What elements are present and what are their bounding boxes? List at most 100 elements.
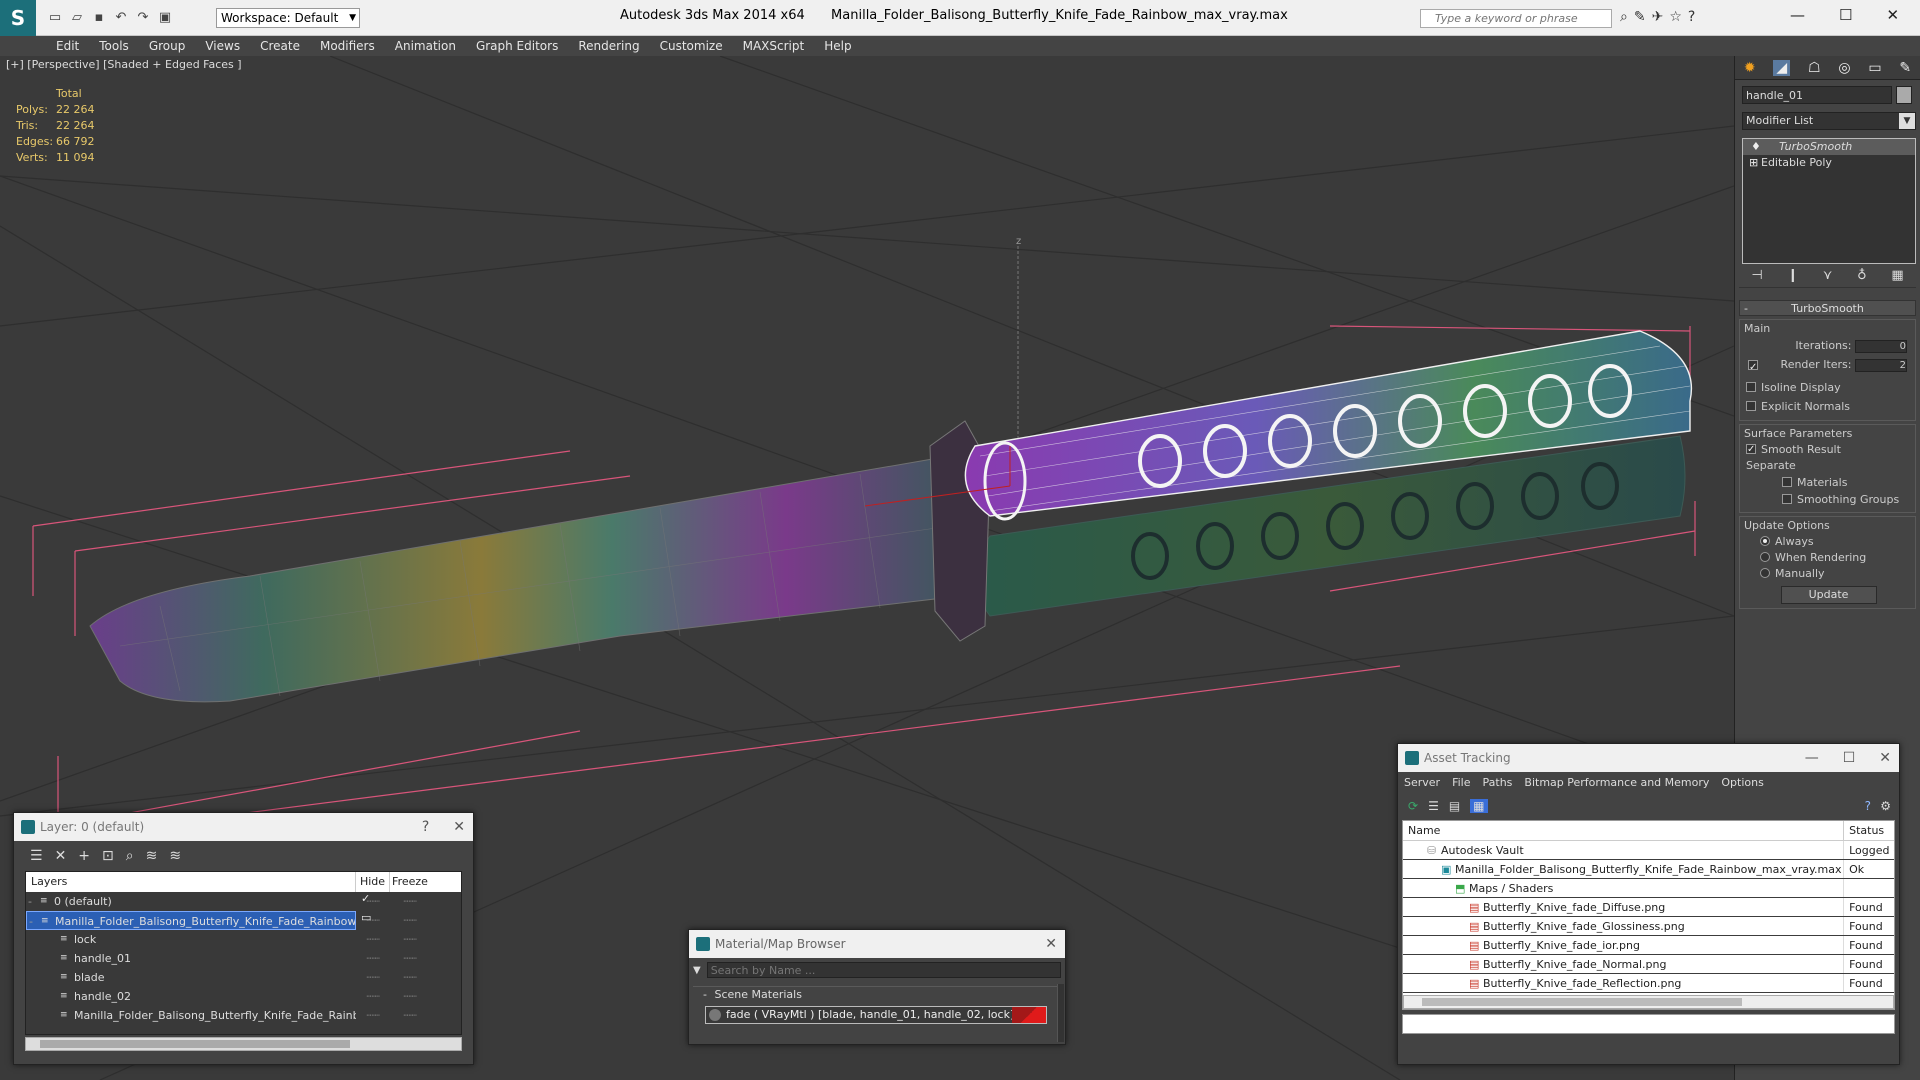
freeze-toggle[interactable]: ┈┈ — [390, 987, 430, 1006]
modify-tab-icon[interactable]: ◢ — [1773, 59, 1791, 76]
menu-item-graph-editors[interactable]: Graph Editors — [466, 36, 568, 56]
help-icon[interactable]: ? — [1688, 9, 1695, 25]
maximize-icon[interactable]: ☐ — [1843, 750, 1856, 766]
menu-item-rendering[interactable]: Rendering — [568, 36, 649, 56]
layer-row[interactable]: ≡ blade ┈┈ ┈┈ — [26, 968, 461, 987]
active-layer-check-icon[interactable]: ✓ — [361, 892, 370, 905]
asset-row[interactable]: ▤ Butterfly_Knive_fade_Diffuse.png Found — [1403, 898, 1894, 917]
freeze-toggle[interactable]: ┈┈ — [390, 968, 430, 987]
layer-window-title-bar[interactable]: Layer: 0 (default) ? ✕ — [14, 813, 473, 841]
asset-menu-options[interactable]: Options — [1721, 772, 1763, 794]
always-radio[interactable] — [1760, 536, 1770, 546]
render-iters-checkbox[interactable] — [1748, 358, 1758, 374]
table-view-icon[interactable]: ▦ — [1470, 799, 1488, 813]
material-vertical-scrollbar[interactable] — [1057, 984, 1064, 1042]
minimize-icon[interactable]: — — [1805, 750, 1819, 766]
menu-item-views[interactable]: Views — [195, 36, 250, 56]
turbosmooth-rollout-header[interactable]: - TurboSmooth — [1739, 300, 1916, 316]
app-logo[interactable]: S — [0, 0, 36, 36]
smooth-result-checkbox[interactable] — [1746, 442, 1756, 458]
subscription-icon[interactable]: ✎ — [1634, 9, 1646, 25]
layer-row[interactable]: - ≡ 0 (default) ┈┈ ┈┈ — [26, 892, 461, 911]
menu-item-animation[interactable]: Animation — [385, 36, 466, 56]
stack-item-editable-poly[interactable]: ⊞ Editable Poly — [1743, 155, 1915, 171]
asset-menu-file[interactable]: File — [1452, 772, 1470, 794]
binoculars-icon[interactable]: ⌕ — [1620, 9, 1628, 25]
layer-row[interactable]: ≡ handle_01 ┈┈ ┈┈ — [26, 949, 461, 968]
asset-menu-bitmap-performance-and-memory[interactable]: Bitmap Performance and Memory — [1524, 772, 1709, 794]
menu-item-maxscript[interactable]: MAXScript — [733, 36, 815, 56]
name-column-header[interactable]: Name — [1403, 821, 1845, 840]
refresh-icon[interactable]: ⟳ — [1408, 799, 1418, 813]
project-folder-icon[interactable]: ▣ — [156, 9, 174, 27]
hierarchy-tab-icon[interactable]: ☖ — [1808, 60, 1821, 76]
freeze-toggle[interactable]: ┈┈ — [390, 1006, 430, 1025]
asset-row[interactable]: ▤ Butterfly_Knive_fade_Reflection.png Foun… — [1403, 974, 1894, 993]
close-icon[interactable]: ✕ — [1045, 936, 1057, 952]
asset-row[interactable]: ⬒ Maps / Shaders — [1403, 879, 1894, 898]
hide-toggle[interactable]: ┈┈ — [356, 968, 390, 987]
asset-horizontal-scrollbar[interactable] — [1403, 995, 1894, 1009]
search-input[interactable] — [1421, 10, 1611, 27]
remove-modifier-icon[interactable]: ♁ — [1857, 268, 1867, 283]
close-icon[interactable]: ✕ — [453, 819, 465, 835]
minimize-icon[interactable]: — — [1790, 6, 1805, 24]
asset-row[interactable]: ▤ Butterfly_Knive_fade_ior.png Found — [1403, 936, 1894, 955]
status-column-header[interactable]: Status — [1844, 821, 1894, 840]
viewport-label[interactable]: [+] [Perspective] [Shaded + Edged Faces … — [6, 58, 242, 71]
menu-item-create[interactable]: Create — [250, 36, 310, 56]
help-icon[interactable]: ? — [422, 819, 429, 835]
asset-row[interactable]: ▤ Butterfly_Knive_fade_Glossiness.png Foun… — [1403, 917, 1894, 936]
select-in-layer-icon[interactable]: ⊡ — [102, 848, 114, 864]
delete-layer-icon[interactable]: ✕ — [55, 848, 67, 864]
open-file-icon[interactable]: ▱ — [68, 9, 86, 27]
utilities-tab-icon[interactable]: ✎ — [1899, 60, 1911, 76]
hide-toggle[interactable]: ┈┈ — [356, 930, 390, 949]
layer-row[interactable]: ≡ handle_02 ┈┈ ┈┈ — [26, 987, 461, 1006]
asset-row[interactable]: ▣ Manilla_Folder_Balisong_Butterfly_Knife… — [1403, 860, 1894, 879]
hide-toggle[interactable]: ┈┈ — [356, 949, 390, 968]
asset-menu-server[interactable]: Server — [1404, 772, 1440, 794]
new-layer-icon[interactable]: ☰ — [30, 848, 43, 864]
settings-icon[interactable]: ⚙ — [1880, 799, 1891, 813]
render-iters-spinner[interactable]: 2 — [1855, 358, 1907, 372]
menu-item-edit[interactable]: Edit — [46, 36, 89, 56]
menu-item-tools[interactable]: Tools — [89, 36, 139, 56]
set-current-icon[interactable]: ▭ — [361, 911, 371, 924]
expand-icon[interactable]: - — [28, 892, 32, 911]
freeze-toggle[interactable]: ┈┈ — [390, 911, 430, 930]
expand-icon[interactable]: ⊞ — [1749, 155, 1758, 171]
add-to-layer-icon[interactable]: + — [78, 848, 90, 864]
new-file-icon[interactable]: ▭ — [46, 9, 64, 27]
freeze-toggle[interactable]: ┈┈ — [390, 949, 430, 968]
asset-path-field[interactable] — [1402, 1014, 1895, 1034]
make-unique-icon[interactable]: ⋎ — [1823, 268, 1833, 283]
tree-view-icon[interactable]: ▤ — [1449, 799, 1460, 813]
layer-horizontal-scrollbar[interactable] — [25, 1037, 462, 1051]
hide-column-header[interactable]: Hide — [356, 872, 390, 892]
object-name-field[interactable] — [1742, 86, 1892, 104]
create-tab-icon[interactable]: ✹ — [1744, 60, 1756, 76]
material-item[interactable]: fade ( VRayMtl ) [blade, handle_01, hand… — [705, 1006, 1047, 1024]
close-icon[interactable]: ✕ — [1879, 750, 1891, 766]
close-icon[interactable]: ✕ — [1886, 6, 1899, 24]
search-box[interactable] — [1420, 9, 1612, 28]
hide-toggle[interactable]: ┈┈ — [356, 987, 390, 1006]
configure-sets-icon[interactable]: ▦ — [1891, 268, 1903, 283]
materials-checkbox[interactable] — [1782, 477, 1792, 487]
help-icon[interactable]: ? — [1865, 799, 1871, 813]
asset-row[interactable]: ▤ Butterfly_Knive_fade_Normal.png Found — [1403, 955, 1894, 974]
layer-row[interactable]: ≡ lock ┈┈ ┈┈ — [26, 930, 461, 949]
asset-tracking-title-bar[interactable]: Asset Tracking — ☐ ✕ — [1398, 744, 1899, 772]
menu-item-help[interactable]: Help — [814, 36, 861, 56]
update-button[interactable]: Update — [1780, 586, 1877, 604]
pin-stack-icon[interactable]: ⊣ — [1751, 268, 1762, 283]
freeze-toggle[interactable]: ┈┈ — [390, 930, 430, 949]
show-end-result-icon[interactable]: ❙ — [1787, 268, 1798, 283]
asset-menu-paths[interactable]: Paths — [1483, 772, 1513, 794]
lightbulb-icon[interactable]: ♦ — [1751, 139, 1761, 155]
smoothing-groups-checkbox[interactable] — [1782, 494, 1792, 504]
material-search-input[interactable] — [706, 962, 1061, 978]
manually-radio[interactable] — [1760, 568, 1770, 578]
list-view-icon[interactable]: ☰ — [1428, 799, 1439, 813]
